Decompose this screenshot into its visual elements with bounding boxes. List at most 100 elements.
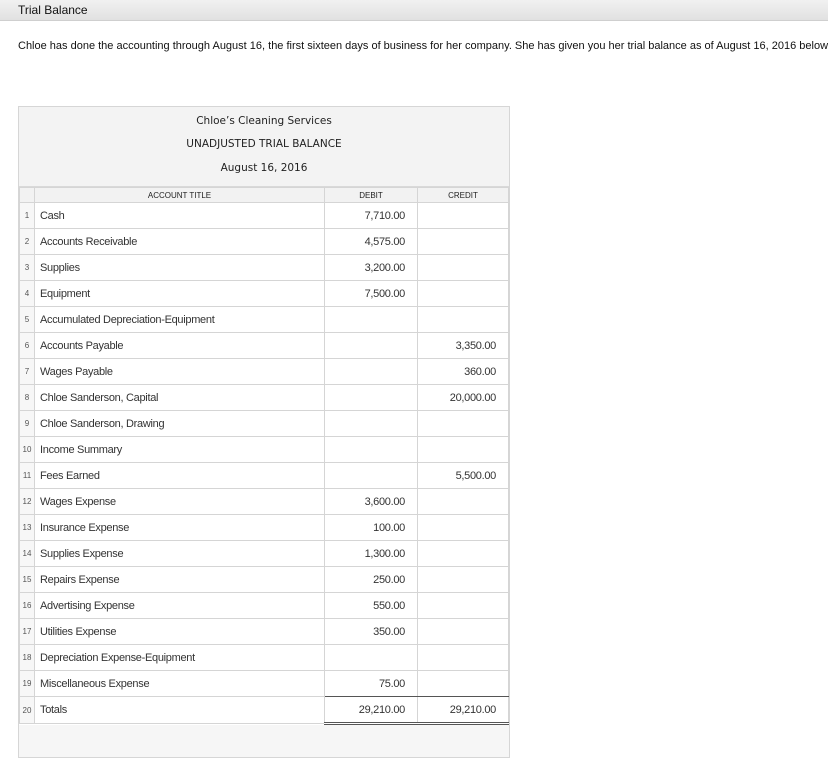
company-name: Chloe’s Cleaning Services bbox=[196, 115, 332, 127]
credit-cell[interactable] bbox=[417, 228, 509, 255]
credit-header: CREDIT bbox=[417, 187, 509, 203]
account-title-cell[interactable]: Advertising Expense bbox=[34, 592, 325, 619]
debit-cell[interactable] bbox=[324, 332, 418, 359]
account-title-cell[interactable]: Repairs Expense bbox=[34, 566, 325, 593]
debit-cell[interactable] bbox=[324, 644, 418, 671]
debit-cell[interactable]: 550.00 bbox=[324, 592, 418, 619]
credit-cell[interactable] bbox=[417, 514, 509, 541]
row-number: 10 bbox=[19, 436, 35, 463]
credit-cell[interactable] bbox=[417, 540, 509, 567]
table-row: 12 Wages Expense 3,600.00 bbox=[19, 488, 509, 515]
table-row: 7 Wages Payable 360.00 bbox=[19, 358, 509, 385]
account-title-cell[interactable]: Miscellaneous Expense bbox=[34, 670, 325, 697]
credit-cell[interactable] bbox=[417, 566, 509, 593]
debit-cell[interactable] bbox=[324, 410, 418, 437]
table-row: 16 Advertising Expense 550.00 bbox=[19, 592, 509, 619]
intro-text: Chloe has done the accounting through Au… bbox=[18, 40, 828, 52]
account-title-cell[interactable]: Supplies Expense bbox=[34, 540, 325, 567]
account-title-cell[interactable]: Income Summary bbox=[34, 436, 325, 463]
credit-cell[interactable] bbox=[417, 254, 509, 281]
table-row: 11 Fees Earned 5,500.00 bbox=[19, 462, 509, 489]
debit-cell[interactable]: 4,575.00 bbox=[324, 228, 418, 255]
table-row: 20 Totals 29,210.00 29,210.00 bbox=[19, 696, 509, 725]
row-number: 11 bbox=[19, 462, 35, 489]
debit-cell[interactable]: 7,500.00 bbox=[324, 280, 418, 307]
account-title-cell[interactable]: Cash bbox=[34, 202, 325, 229]
credit-cell[interactable] bbox=[417, 644, 509, 671]
credit-cell[interactable] bbox=[417, 306, 509, 333]
credit-cell[interactable] bbox=[417, 436, 509, 463]
table-row: 19 Miscellaneous Expense 75.00 bbox=[19, 670, 509, 697]
credit-cell[interactable] bbox=[417, 410, 509, 437]
row-number: 15 bbox=[19, 566, 35, 593]
account-title-cell[interactable]: Chloe Sanderson, Drawing bbox=[34, 410, 325, 437]
table-row: 14 Supplies Expense 1,300.00 bbox=[19, 540, 509, 567]
account-title-cell[interactable]: Wages Expense bbox=[34, 488, 325, 515]
debit-cell[interactable]: 75.00 bbox=[324, 670, 418, 697]
trial-balance-panel: Chloe’s Cleaning Services UNADJUSTED TRI… bbox=[18, 106, 510, 758]
credit-cell[interactable]: 360.00 bbox=[417, 358, 509, 385]
table-row: 18 Depreciation Expense-Equipment bbox=[19, 644, 509, 671]
account-title-cell[interactable]: Supplies bbox=[34, 254, 325, 281]
table-row: 15 Repairs Expense 250.00 bbox=[19, 566, 509, 593]
debit-cell[interactable]: 29,210.00 bbox=[324, 696, 418, 725]
debit-cell[interactable]: 250.00 bbox=[324, 566, 418, 593]
debit-cell[interactable] bbox=[324, 462, 418, 489]
report-title: UNADJUSTED TRIAL BALANCE bbox=[186, 138, 342, 150]
credit-cell[interactable]: 29,210.00 bbox=[417, 696, 509, 725]
row-number: 14 bbox=[19, 540, 35, 567]
table-row: 10 Income Summary bbox=[19, 436, 509, 463]
account-title-cell[interactable]: Accounts Payable bbox=[34, 332, 325, 359]
debit-cell[interactable]: 7,710.00 bbox=[324, 202, 418, 229]
account-title-cell[interactable]: Fees Earned bbox=[34, 462, 325, 489]
title-bar: Trial Balance bbox=[0, 0, 828, 21]
row-number: 1 bbox=[19, 202, 35, 229]
account-title-cell[interactable]: Equipment bbox=[34, 280, 325, 307]
debit-cell[interactable]: 3,200.00 bbox=[324, 254, 418, 281]
credit-cell[interactable]: 20,000.00 bbox=[417, 384, 509, 411]
table-row: 1 Cash 7,710.00 bbox=[19, 202, 509, 229]
debit-cell[interactable]: 1,300.00 bbox=[324, 540, 418, 567]
row-number: 8 bbox=[19, 384, 35, 411]
row-number-header bbox=[19, 187, 35, 203]
row-number: 20 bbox=[19, 696, 35, 724]
account-title-cell[interactable]: Utilities Expense bbox=[34, 618, 325, 645]
debit-cell[interactable]: 100.00 bbox=[324, 514, 418, 541]
debit-cell[interactable] bbox=[324, 436, 418, 463]
debit-cell[interactable] bbox=[324, 384, 418, 411]
credit-cell[interactable]: 5,500.00 bbox=[417, 462, 509, 489]
row-number: 5 bbox=[19, 306, 35, 333]
row-number: 7 bbox=[19, 358, 35, 385]
account-title-header: ACCOUNT TITLE bbox=[34, 187, 325, 203]
table-body: 1 Cash 7,710.00 2 Accounts Receivable 4,575.0… bbox=[19, 202, 509, 725]
account-title-cell[interactable]: Insurance Expense bbox=[34, 514, 325, 541]
credit-cell[interactable] bbox=[417, 202, 509, 229]
account-title-cell[interactable]: Accumulated Depreciation-Equipment bbox=[34, 306, 325, 333]
credit-cell[interactable] bbox=[417, 488, 509, 515]
credit-cell[interactable]: 3,350.00 bbox=[417, 332, 509, 359]
credit-cell[interactable] bbox=[417, 670, 509, 697]
credit-cell[interactable] bbox=[417, 592, 509, 619]
account-title-cell[interactable]: Wages Payable bbox=[34, 358, 325, 385]
debit-cell[interactable] bbox=[324, 358, 418, 385]
row-number: 9 bbox=[19, 410, 35, 437]
table-row: 6 Accounts Payable 3,350.00 bbox=[19, 332, 509, 359]
window-title: Trial Balance bbox=[18, 3, 88, 17]
credit-cell[interactable] bbox=[417, 280, 509, 307]
row-number: 12 bbox=[19, 488, 35, 515]
table-row: 17 Utilities Expense 350.00 bbox=[19, 618, 509, 645]
debit-cell[interactable]: 3,600.00 bbox=[324, 488, 418, 515]
row-number: 16 bbox=[19, 592, 35, 619]
debit-cell[interactable]: 350.00 bbox=[324, 618, 418, 645]
debit-cell[interactable] bbox=[324, 306, 418, 333]
table-row: 9 Chloe Sanderson, Drawing bbox=[19, 410, 509, 437]
table-row: 5 Accumulated Depreciation-Equipment bbox=[19, 306, 509, 333]
account-title-cell[interactable]: Totals bbox=[34, 696, 325, 724]
account-title-cell[interactable]: Depreciation Expense-Equipment bbox=[34, 644, 325, 671]
credit-cell[interactable] bbox=[417, 618, 509, 645]
account-title-cell[interactable]: Chloe Sanderson, Capital bbox=[34, 384, 325, 411]
table-row: 3 Supplies 3,200.00 bbox=[19, 254, 509, 281]
account-title-cell[interactable]: Accounts Receivable bbox=[34, 228, 325, 255]
row-number: 6 bbox=[19, 332, 35, 359]
row-number: 2 bbox=[19, 228, 35, 255]
